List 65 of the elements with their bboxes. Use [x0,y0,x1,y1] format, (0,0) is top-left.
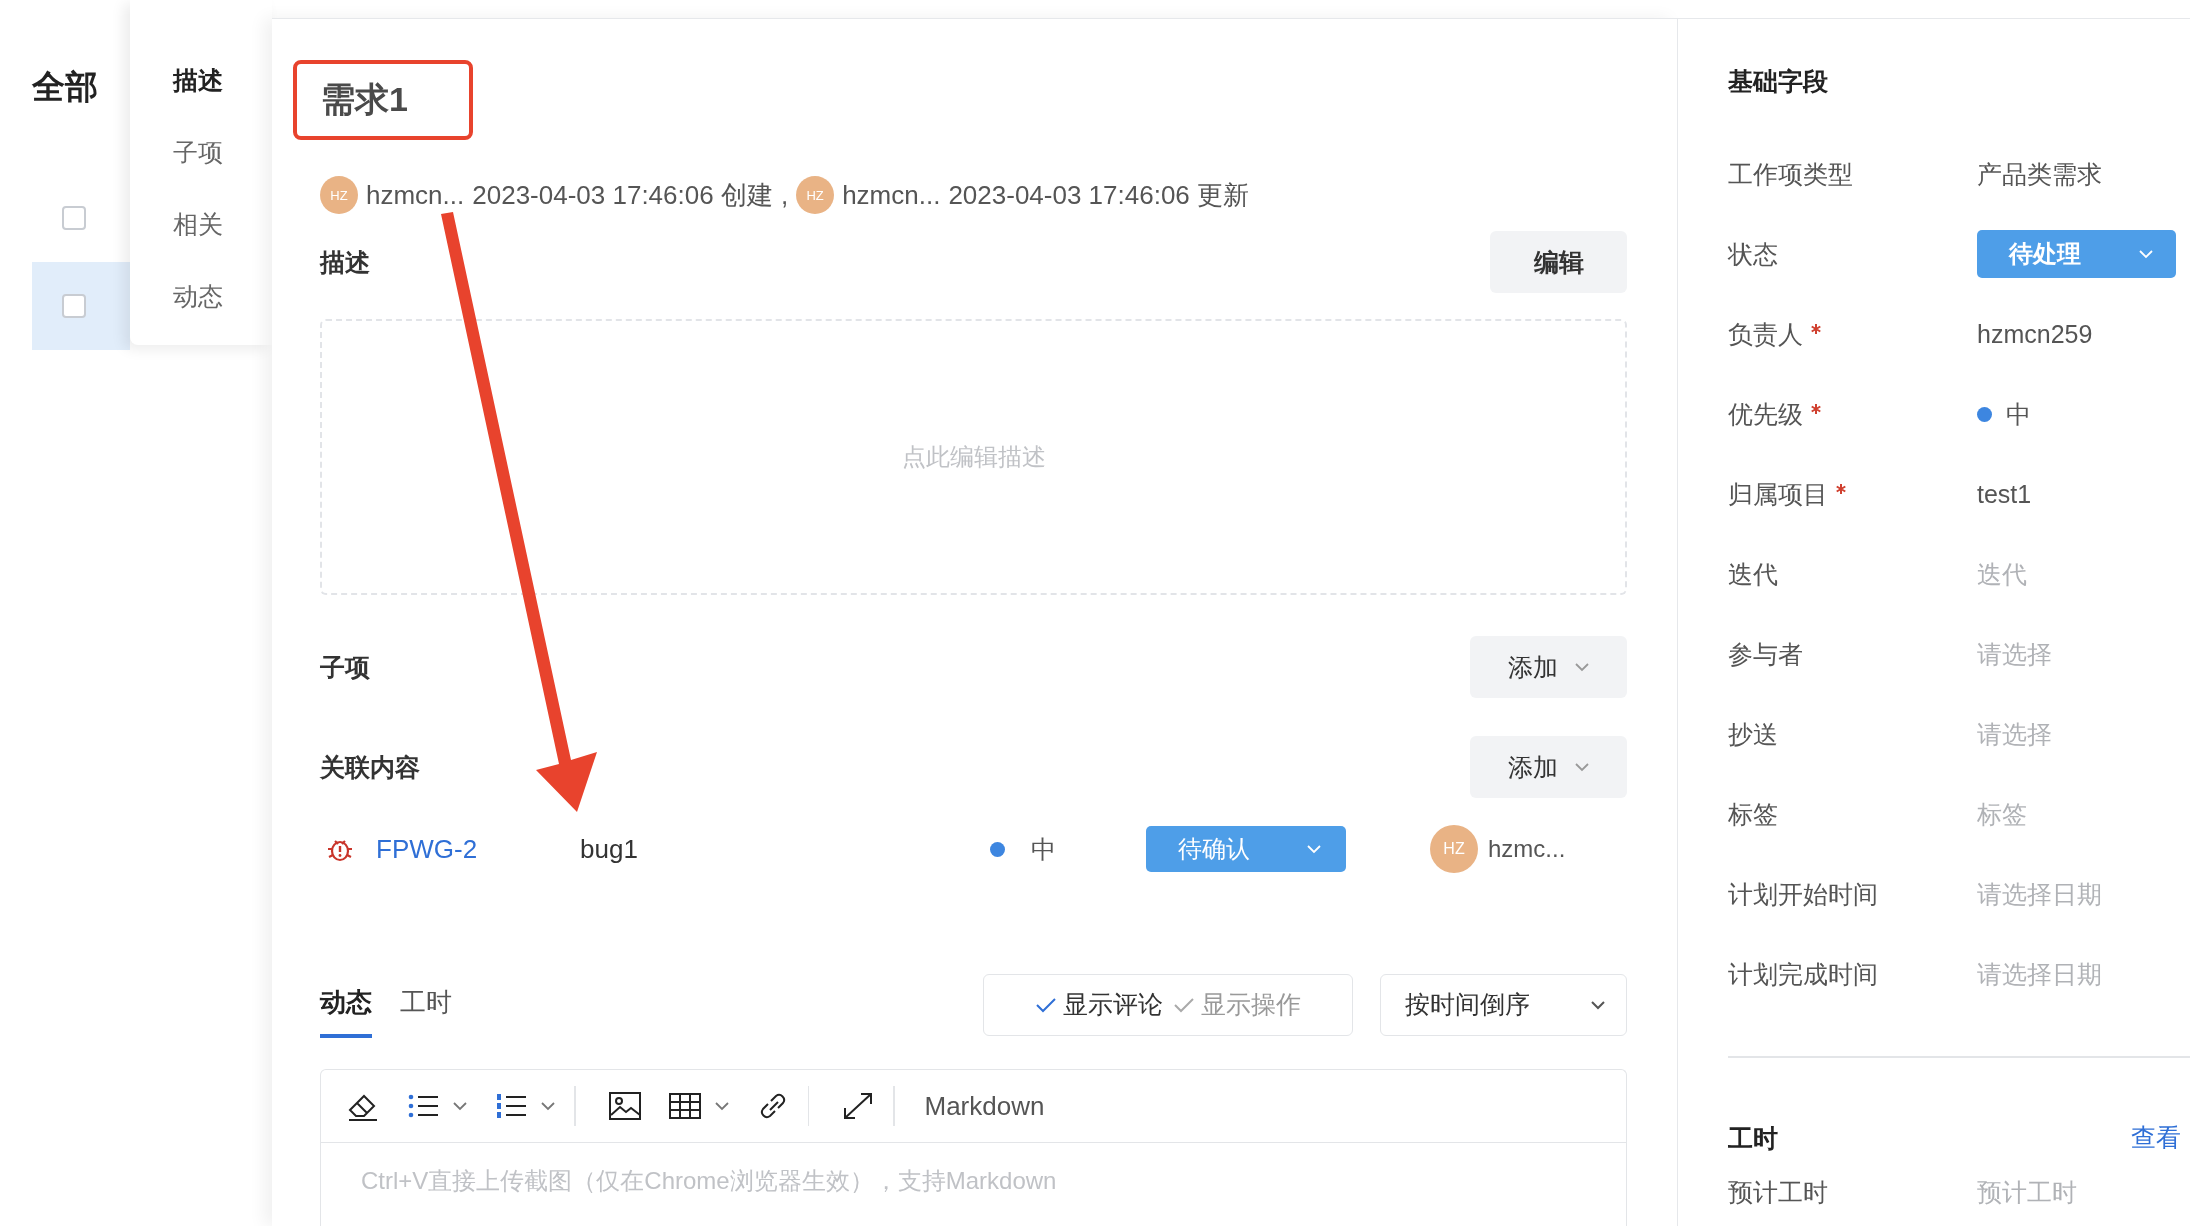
checkbox[interactable] [62,294,86,318]
description-placeholder: 点此编辑描述 [901,442,1046,472]
table-icon[interactable] [667,1090,702,1122]
field-value[interactable]: 产品类需求 [1977,157,2102,191]
item-title: bug1 [580,833,639,865]
anchor-nav-item[interactable]: 相关 [130,188,272,260]
field-label: 工作项类型 [1728,158,1853,190]
image-icon[interactable] [607,1090,642,1122]
field-label: 状态 [1728,238,1778,270]
section-title: 工时 [1728,1122,1778,1154]
avatar: HZ [796,176,835,214]
panel-title: 基础字段 [1728,66,1829,97]
caret-icon [1573,662,1590,672]
field-label: 抄送 [1728,718,1778,750]
edit-button[interactable]: 编辑 [1490,231,1627,293]
anchor-nav-item[interactable]: 动态 [130,260,272,332]
field-value[interactable]: hzmcn259 [1977,319,2093,349]
tab[interactable]: 动态 [320,971,372,1038]
field-label: 标签 [1728,798,1778,830]
add-button[interactable]: 添加 [1470,636,1627,698]
field-label: 计划完成时间 [1728,958,1878,990]
field-label: 迭代 [1728,558,1778,590]
field-value[interactable]: 中 [2006,397,2031,431]
user-name: hzmcn... [842,179,941,211]
field-label: 预计工时 [1728,1177,1828,1208]
caret-icon [1306,844,1322,854]
anchor-nav-item[interactable]: 描述 [130,44,272,116]
section-title: 描述 [320,246,370,278]
field-label: 计划开始时间 [1728,878,1878,910]
check-icon [1173,996,1195,1013]
field-label: 归属项目 [1728,478,1828,510]
anchor-nav-item[interactable]: 子项 [130,116,272,188]
editor-mode-label: Markdown [924,1090,1045,1122]
checkbox[interactable] [62,206,86,230]
timestamp-text: 2023-04-03 17:46:06 更新 [948,178,1250,212]
page-title: 全部 [32,67,98,107]
caret-icon[interactable] [713,1101,730,1111]
item-id-link[interactable]: FPWG-2 [376,833,478,865]
caret-icon[interactable] [540,1101,556,1111]
field-label: 优先级 [1728,398,1803,430]
filter-toggle[interactable]: 显示评论 [1035,988,1163,1021]
check-icon [1035,996,1057,1013]
expand-icon[interactable] [841,1090,875,1122]
caret-icon [1590,999,1606,1010]
user-name: hzmcn... [366,179,465,211]
avatar: HZ [1430,825,1478,873]
sort-dropdown[interactable]: 按时间倒序 [1380,973,1627,1036]
caret-icon [2138,249,2154,259]
section-title: 子项 [320,651,370,683]
tab[interactable]: 工时 [400,971,452,1038]
assignee-name: hzmc... [1488,835,1566,863]
field-value[interactable]: test1 [1977,479,2032,509]
add-button[interactable]: 添加 [1470,736,1627,798]
separator: , [780,179,789,211]
caret-icon [1573,762,1590,772]
view-link[interactable]: 查看 [2131,1121,2181,1154]
section-title: 关联内容 [320,751,420,783]
caret-icon[interactable] [452,1101,468,1111]
avatar: HZ [320,176,358,214]
field-label: 负责人 [1728,318,1803,350]
timestamp-text: 2023-04-03 17:46:06 创建 [472,178,773,212]
priority-label: 中 [1031,833,1056,865]
item-title: 需求1 [321,79,408,120]
field-label: 参与者 [1728,638,1803,670]
editor-placeholder: Ctrl+V直接上传截图（仅在Chrome浏览器生效），支持Markdown [361,1167,1057,1194]
